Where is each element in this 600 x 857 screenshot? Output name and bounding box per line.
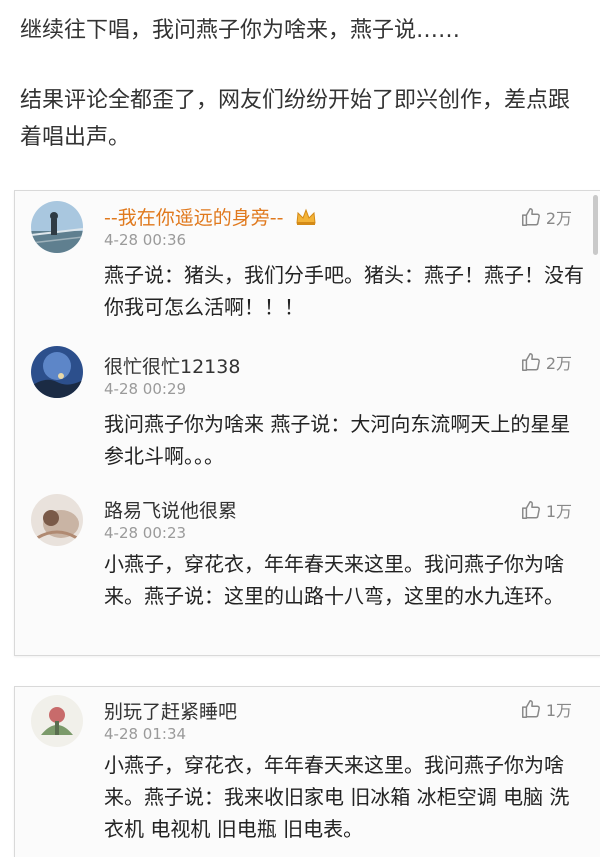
article-paragraph: 结果评论全都歪了，网友们纷纷开始了即兴创作，差点跟着唱出声。: [20, 88, 571, 150]
comment-screenshot-card: --我在你遥远的身旁-- 4-28 00:36 2万 燕子说：猪头，我们分手吧。…: [14, 190, 600, 656]
avatar[interactable]: [31, 201, 83, 253]
like-button[interactable]: 2万: [520, 350, 572, 374]
thumbs-up-icon: [521, 208, 540, 226]
thumbs-up-icon: [521, 700, 540, 718]
avatar[interactable]: [31, 346, 83, 398]
comment-timestamp: 4-28 01:34: [104, 725, 187, 743]
like-count: 1万: [545, 701, 572, 720]
comment-timestamp: 4-28 00:23: [104, 524, 187, 542]
comment-timestamp: 4-28 00:29: [104, 380, 187, 398]
like-button[interactable]: 1万: [520, 498, 572, 522]
like-button[interactable]: 1万: [520, 697, 572, 721]
comment-username[interactable]: 别玩了赶紧睡吧: [104, 697, 237, 724]
thumbs-up-icon: [521, 501, 540, 519]
thumbs-up-icon: [521, 353, 540, 371]
comment-text: 小燕子，穿花衣，年年春天来这里。我问燕子你为啥来。燕子说：这里的山路十八弯，这里…: [104, 552, 564, 608]
like-count: 2万: [545, 209, 572, 228]
comment-username[interactable]: 很忙很忙12138: [104, 352, 240, 379]
comment-username[interactable]: 路易飞说他很累: [104, 496, 237, 523]
comment-text: 燕子说：猪头，我们分手吧。猪头：燕子！燕子！没有你我可怎么活啊！！！: [104, 263, 584, 319]
article-paragraph: 继续往下唱，我问燕子你为啥来，燕子说……: [20, 18, 461, 43]
comment-screenshot-card: 别玩了赶紧睡吧 4-28 01:34 1万 小燕子，穿花衣，年年春天来这里。我问…: [14, 686, 600, 857]
comment-text: 我问燕子你为啥来 燕子说：大河向东流啊天上的星星参北斗啊。。。: [104, 412, 571, 468]
comment-timestamp: 4-28 00:36: [104, 231, 187, 249]
avatar[interactable]: [31, 695, 83, 747]
comment-username[interactable]: --我在你遥远的身旁--: [104, 203, 317, 231]
like-count: 1万: [545, 502, 572, 521]
like-button[interactable]: 2万: [520, 205, 572, 229]
crown-icon: [295, 208, 317, 231]
like-count: 2万: [545, 354, 572, 373]
comment-text: 小燕子，穿花衣，年年春天来这里。我问燕子你为啥来。燕子说：我来收旧家电 旧冰箱 …: [104, 753, 570, 841]
scrollbar[interactable]: [593, 195, 598, 255]
avatar[interactable]: [31, 494, 83, 546]
